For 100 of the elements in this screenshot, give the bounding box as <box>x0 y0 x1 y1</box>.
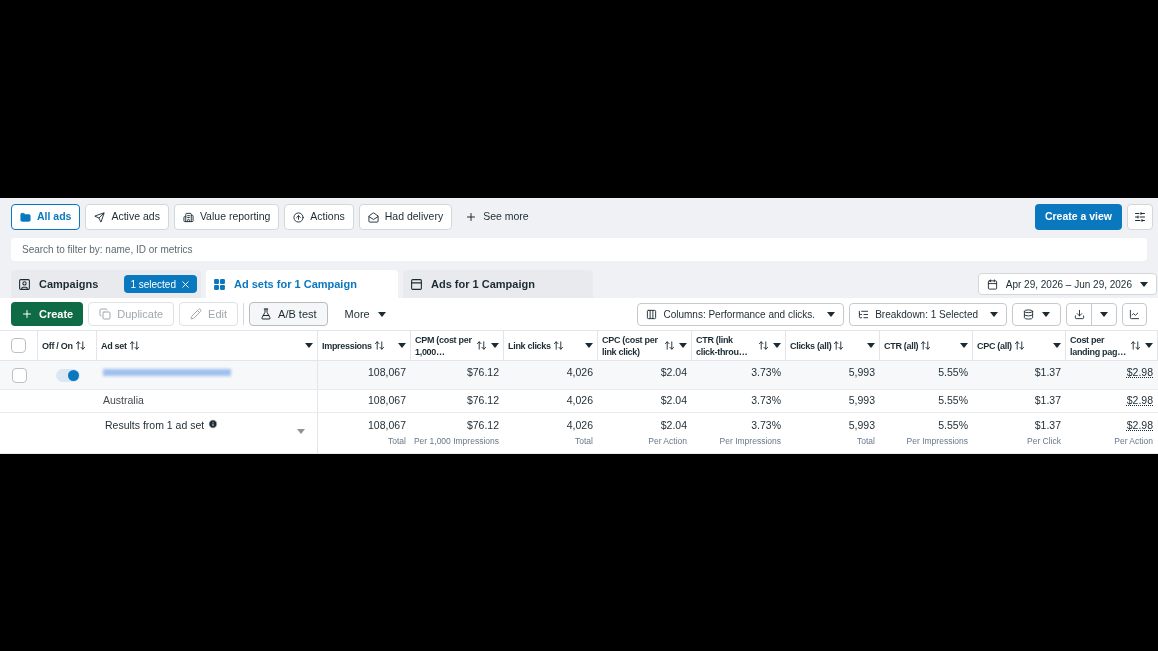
metric-note: Per 1,000 Impressions <box>413 434 499 448</box>
table-cell-text: $2.98 <box>1126 365 1153 381</box>
table-cell-text: 4,026 <box>566 365 593 381</box>
sort-icon <box>128 340 140 352</box>
on-off-toggle[interactable] <box>55 368 80 382</box>
plus-icon <box>465 211 478 223</box>
caret-icon <box>679 343 687 349</box>
level-tab[interactable]: Ad sets for 1 Campaign <box>206 270 398 298</box>
plus-icon <box>21 308 33 321</box>
metric-note: Total <box>857 434 875 448</box>
table-cell-text: $2.04 <box>660 365 687 381</box>
table-cell-text: $1.37 <box>1034 365 1061 381</box>
sort-icon <box>552 340 564 352</box>
settings-icon <box>1134 211 1146 223</box>
more-button[interactable]: More <box>332 302 398 327</box>
metric-note: Per Impressions <box>719 434 781 448</box>
table-cell: 5.55% <box>938 393 968 409</box>
column-header[interactable]: CPM (cost per 1,000… <box>411 331 504 361</box>
table-cell-text: 5,993 <box>848 417 875 433</box>
database-icon <box>1023 308 1034 320</box>
caret-icon <box>398 343 406 349</box>
columns-button[interactable]: Columns: Performance and clicks. <box>637 302 845 326</box>
column-header[interactable]: Impressions <box>318 331 411 361</box>
window-icon <box>410 277 423 291</box>
see-more-button[interactable]: See more <box>457 204 537 230</box>
table-cell: $76.12 <box>466 393 499 409</box>
grid-icon <box>213 277 226 291</box>
chart-icon <box>1129 308 1140 320</box>
row-checkbox[interactable] <box>11 367 27 383</box>
info-icon <box>208 418 219 429</box>
select-all-checkbox[interactable] <box>11 338 26 354</box>
arrow-up-circle-icon <box>293 211 305 223</box>
level-tab[interactable]: Campaigns 1 selected <box>11 270 201 298</box>
filter-tab[interactable]: Active ads <box>85 204 169 230</box>
caret-icon <box>827 311 836 317</box>
table-cell-text: $2.98 <box>1126 417 1153 433</box>
date-range-picker[interactable]: Apr 29, 2026 – Jun 29, 2026 <box>977 273 1157 295</box>
caret-icon <box>305 343 313 349</box>
building-icon <box>182 211 194 223</box>
metric-note: Per Impressions <box>906 434 968 448</box>
table-cell: 3.73% <box>751 393 781 409</box>
filter-tab[interactable]: Had delivery <box>358 204 453 230</box>
caret-icon <box>1140 281 1148 287</box>
caret-icon <box>1053 343 1061 349</box>
flask-icon <box>260 308 273 321</box>
filter-tab[interactable]: Actions <box>284 204 354 230</box>
caret-icon <box>773 343 781 349</box>
caret-icon <box>990 311 998 317</box>
sort-icon <box>664 340 675 352</box>
selected-badge[interactable]: 1 selected <box>124 275 197 293</box>
column-header[interactable]: CTR (all) <box>880 331 973 361</box>
column-header[interactable]: Cost per landing pag… <box>1066 331 1158 361</box>
search-field[interactable]: Search to filter by: name, ID or metrics <box>11 238 1147 261</box>
create-button[interactable]: Create <box>11 302 84 327</box>
table-cell-text: 108,067 <box>368 365 406 381</box>
caret-icon <box>585 343 593 349</box>
sort-icon <box>74 340 86 352</box>
table-cell-text: $76.12 <box>466 365 499 381</box>
settings-button[interactable] <box>1127 204 1153 230</box>
table-cell-text: $1.37 <box>1034 417 1061 433</box>
envelope-icon <box>367 211 379 223</box>
table-cell-text: 5,993 <box>848 365 875 381</box>
calendar-icon <box>986 278 998 290</box>
table-cell-text: 5.55% <box>938 365 968 381</box>
sort-icon <box>1130 340 1141 352</box>
breakdown-label: Australia <box>103 393 144 409</box>
table-cell-text: 4,026 <box>566 417 593 433</box>
table-cell-text: 3.73% <box>751 365 781 381</box>
metric-note: Per Click <box>1027 434 1061 448</box>
sort-icon <box>1013 340 1025 352</box>
column-header[interactable]: Off / On <box>38 331 97 361</box>
metric-note: Per Action <box>648 434 687 448</box>
table-cell-text: 3.73% <box>751 417 781 433</box>
metric-note: Total <box>388 434 406 448</box>
column-header[interactable]: Ad set <box>97 331 318 361</box>
filter-tab[interactable]: Value reporting <box>173 204 280 230</box>
caret-icon <box>867 343 875 349</box>
send-icon <box>94 211 106 223</box>
column-header[interactable]: CTR (link click-throu… <box>692 331 786 361</box>
table-cell: $2.04 <box>660 393 687 409</box>
caret-icon <box>1145 343 1153 349</box>
table-cell: $2.98 <box>1126 393 1153 409</box>
column-header[interactable]: Link clicks <box>504 331 598 361</box>
column-header[interactable]: Clicks (all) <box>786 331 880 361</box>
breakdown-icon <box>858 308 870 320</box>
column-header[interactable]: CPC (cost per link click) <box>598 331 692 361</box>
table-cell: 108,067 <box>368 393 406 409</box>
create-view-button[interactable]: Create a view <box>1034 204 1122 230</box>
metric-note: Per Action <box>1114 434 1153 448</box>
level-tab[interactable]: Ads for 1 Campaign <box>403 270 593 298</box>
chart-button[interactable] <box>1122 302 1147 326</box>
copy-icon <box>99 308 112 321</box>
filter-tab[interactable]: All ads <box>11 204 81 230</box>
sort-icon <box>920 340 932 352</box>
column-header[interactable]: CPC (all) <box>973 331 1066 361</box>
table-cell-text: $2.04 <box>660 417 687 433</box>
sort-icon <box>833 340 845 352</box>
database-button[interactable] <box>1012 302 1061 326</box>
breakdown-button[interactable]: Breakdown: 1 Selected <box>849 302 1007 326</box>
ab-test-button[interactable]: A/B test <box>249 302 328 327</box>
